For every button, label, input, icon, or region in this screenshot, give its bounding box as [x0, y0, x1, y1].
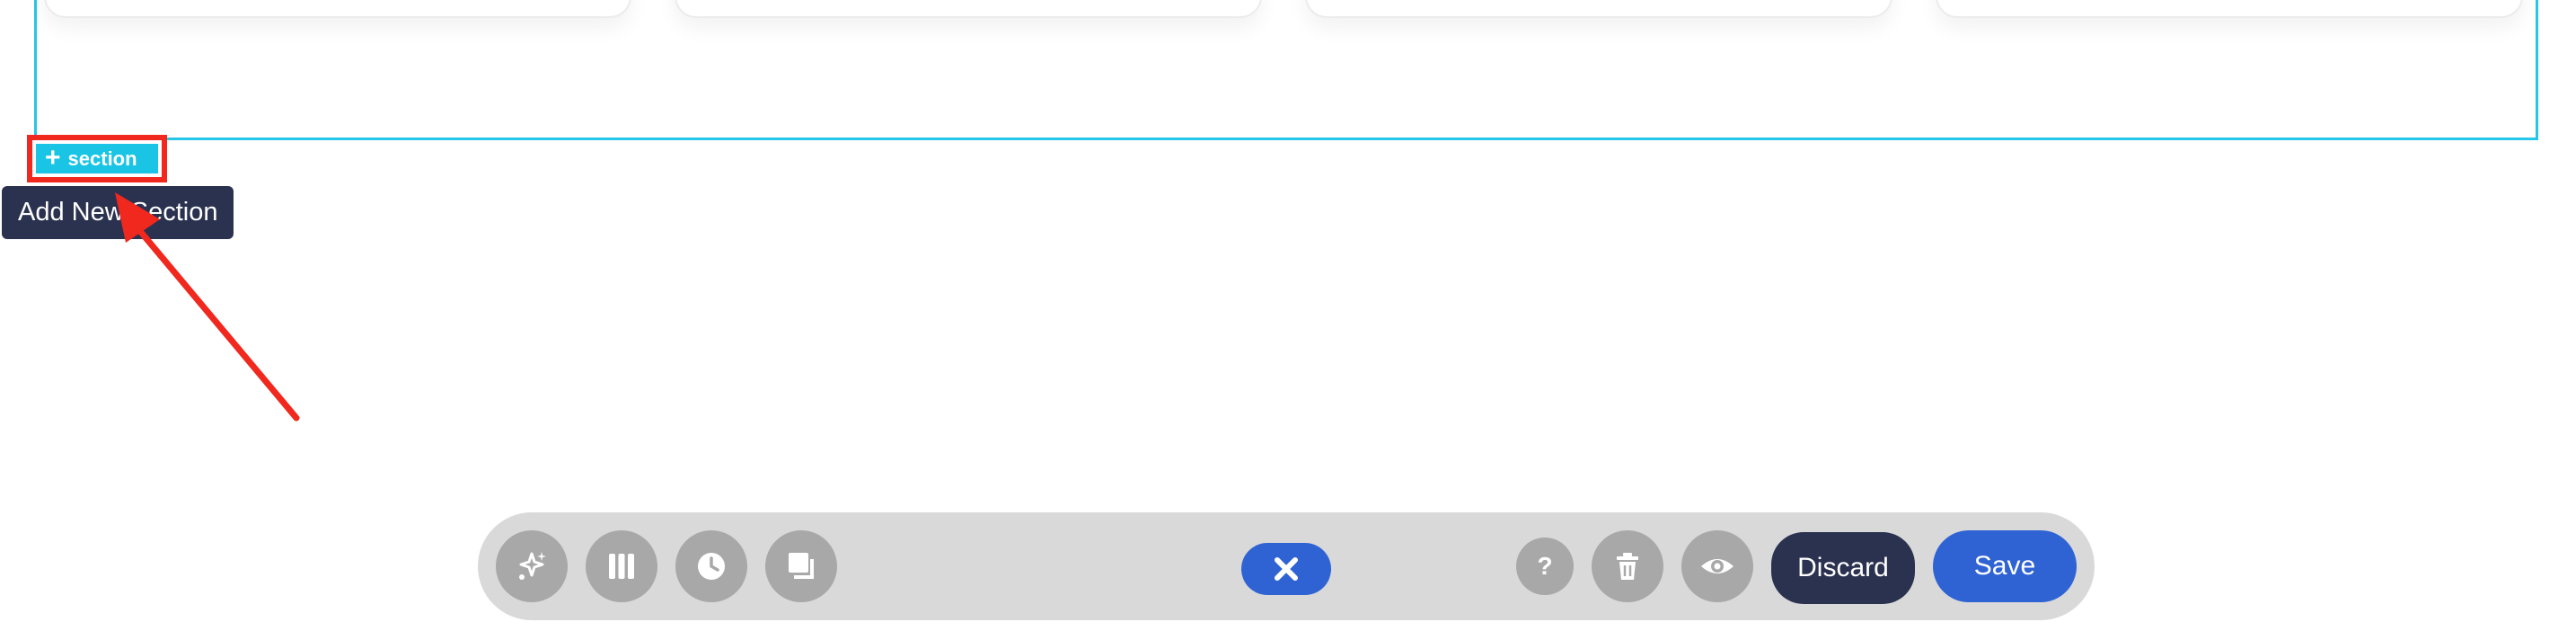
help-icon: ? — [1537, 552, 1552, 580]
selected-section[interactable] — [34, 0, 2538, 140]
preview-button[interactable] — [1681, 530, 1753, 602]
add-section-button[interactable]: + section — [27, 135, 167, 182]
close-editor-button[interactable] — [1241, 543, 1331, 595]
plus-icon: + — [45, 142, 61, 173]
close-icon — [1275, 557, 1298, 581]
history-icon — [698, 553, 725, 580]
discard-button[interactable]: Discard — [1771, 532, 1915, 604]
add-section-inner[interactable]: + section — [36, 144, 158, 173]
page-canvas: + section Add New Section ? Discard Save — [0, 0, 2576, 631]
help-button[interactable]: ? — [1516, 538, 1574, 595]
sparkles-icon — [519, 552, 546, 580]
card-4[interactable] — [1936, 0, 2523, 18]
trash-icon — [1617, 553, 1638, 580]
layers-button[interactable] — [765, 530, 837, 602]
svg-text:?: ? — [1537, 552, 1552, 580]
columns-icon — [609, 554, 634, 579]
card-1[interactable] — [44, 0, 631, 18]
card-2[interactable] — [675, 0, 1262, 18]
eye-icon — [1701, 559, 1734, 573]
ai-tools-button[interactable] — [496, 530, 568, 602]
delete-button[interactable] — [1592, 530, 1663, 602]
card-3[interactable] — [1305, 0, 1892, 18]
add-section-tooltip: Add New Section — [2, 186, 234, 239]
history-button[interactable] — [675, 530, 747, 602]
add-section-label: section — [67, 147, 137, 170]
save-button[interactable]: Save — [1933, 530, 2077, 602]
editor-toolbar: ? Discard Save — [478, 512, 2095, 620]
layout-columns-button[interactable] — [586, 530, 657, 602]
layers-icon — [789, 553, 814, 579]
